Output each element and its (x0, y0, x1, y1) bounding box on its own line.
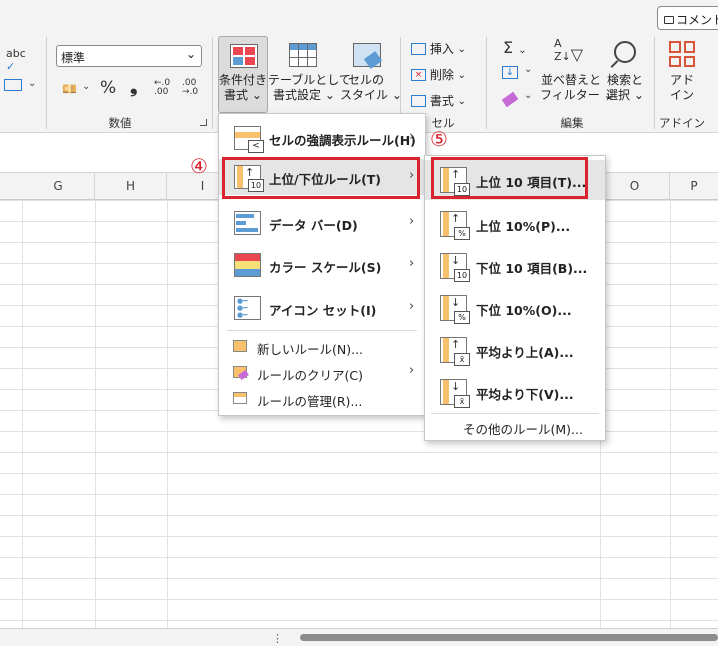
cell-styles-button[interactable]: セルの スタイル ⌄ (340, 73, 402, 103)
delete-cells-icon: × (411, 68, 426, 81)
icon-sets-icon: ●━ ●━ ●━ (234, 296, 261, 320)
comment-icon (664, 16, 674, 24)
column-header-p[interactable]: P (670, 173, 718, 200)
conditional-formatting-label1: 条件付き (218, 73, 267, 87)
menu-item-label: アイコン セット(I) (269, 303, 377, 318)
percent-icon[interactable]: % (100, 78, 116, 98)
color-scales-icon (234, 253, 261, 277)
title-strip (0, 0, 718, 33)
highlight-rules-icon: < (234, 126, 264, 153)
submenu-item-label: 下位 10%(O)... (476, 303, 572, 318)
comma-style-icon[interactable]: ❟ (130, 75, 137, 97)
column-header-g[interactable]: G (22, 173, 95, 200)
menu-item-color-scales[interactable]: カラー スケール(S) › (219, 247, 425, 283)
cell-styles-icon (353, 43, 383, 69)
horizontal-scrollbar[interactable] (300, 634, 718, 641)
conditional-formatting-icon (230, 44, 258, 68)
column-header-h[interactable]: H (95, 173, 167, 200)
number-format-value: 標準 (61, 51, 86, 65)
step4-marker: ④ (190, 154, 208, 178)
menu-item-label: ルールのクリア(C) (257, 368, 363, 383)
comment-button[interactable]: コメント (657, 6, 718, 30)
menu-separator (431, 413, 599, 414)
wrap-merge-icon[interactable] (4, 79, 22, 91)
menu-item-new-rule[interactable]: 新しいルール(N)... (219, 334, 425, 360)
submenu-item-above-average[interactable]: ↑ x̄ 平均より上(A)... (425, 330, 605, 370)
menu-item-clear-rules[interactable]: ルールのクリア(C) › (219, 360, 425, 386)
chevron-down-icon[interactable]: ⌄ (28, 78, 36, 89)
submenu-item-bottom-10-percent[interactable]: ↓ % 下位 10%(O)... (425, 288, 605, 328)
format-as-table-icon (289, 43, 317, 67)
sort-filter-button[interactable]: 並べ替えと フィルター ⌄ (540, 73, 614, 103)
submenu-item-label: 下位 10 項目(B)... (476, 261, 588, 276)
fill-icon[interactable]: ↓ (502, 66, 518, 79)
step5-highlight (431, 157, 588, 199)
menu-item-label: セルの強調表示ルール(H) (269, 133, 416, 148)
step4-highlight (222, 157, 420, 199)
menu-item-label: カラー スケール(S) (269, 260, 382, 275)
menu-item-manage-rules[interactable]: ルールの管理(R)... (219, 386, 425, 412)
menu-item-icon-sets[interactable]: ●━ ●━ ●━ アイコン セット(I) › (219, 290, 425, 326)
chevron-right-icon: › (409, 299, 415, 314)
search-handle-icon (610, 60, 619, 68)
chevron-down-icon[interactable]: ⌄ (524, 64, 532, 75)
chevron-right-icon: › (409, 214, 415, 229)
menu-separator (227, 330, 417, 331)
addins-group-label: アドイン (659, 116, 705, 130)
find-select-button[interactable]: 検索と 選択 ⌄ (602, 73, 648, 103)
sort-filter-icon: A Z↓▽ (554, 37, 584, 64)
submenu-item-label: 上位 10%(P)... (476, 219, 571, 234)
chevron-down-icon[interactable]: ⌄ (524, 90, 532, 101)
submenu-item-label: 平均より下(V)... (476, 387, 574, 402)
top-10-percent-icon: ↑ % (440, 211, 470, 240)
accounting-format-icon[interactable]: 💴 (62, 82, 77, 96)
submenu-item-label: 平均より上(A)... (476, 345, 574, 360)
number-format-select[interactable]: 標準 ⌄ (56, 45, 202, 67)
bottom-10-items-icon: ↓ 10 (440, 253, 470, 282)
format-cells-icon (411, 94, 426, 107)
chevron-right-icon: › (409, 129, 415, 144)
menu-item-label: 新しいルール(N)... (257, 342, 364, 357)
spelling-icon[interactable]: abc ✓ (6, 47, 26, 73)
data-bars-icon (234, 211, 261, 235)
increase-decimal-icon[interactable]: ←.0.00 (154, 79, 170, 97)
submenu-item-bottom-10-items[interactable]: ↓ 10 下位 10 項目(B)... (425, 246, 605, 286)
chevron-right-icon: › (409, 363, 415, 378)
chevron-down-icon[interactable]: ⌄ (82, 81, 90, 92)
clear-icon[interactable] (501, 91, 519, 108)
decrease-decimal-icon[interactable]: .00 →.0 (182, 79, 198, 97)
step5-marker: ⑤ (430, 127, 448, 151)
menu-item-data-bars[interactable]: データ バー(D) › (219, 205, 425, 241)
addins-button[interactable]: アド イン (660, 73, 704, 103)
conditional-formatting-label2: 書式 ⌄ (224, 88, 262, 102)
submenu-item-top-10-percent[interactable]: ↑ % 上位 10%(P)... (425, 204, 605, 244)
insert-button[interactable]: 挿入 ⌄ (411, 40, 466, 57)
menu-item-label: データ バー(D) (269, 218, 358, 233)
above-average-icon: ↑ x̄ (440, 337, 470, 366)
chevron-right-icon: › (409, 256, 415, 271)
submenu-item-more-rules[interactable]: その他のルール(M)... (425, 415, 605, 439)
autosum-icon[interactable]: Σ ⌄ (503, 38, 527, 57)
bottom-10-percent-icon: ↓ % (440, 295, 470, 324)
number-group-label: 数値 (108, 116, 132, 130)
format-as-table-button[interactable]: テーブルとして 書式設定 ⌄ (268, 73, 351, 103)
comment-button-label: コメント (676, 13, 718, 27)
delete-button[interactable]: × 削除 ⌄ (411, 66, 466, 83)
menu-item-highlight-rules[interactable]: < セルの強調表示ルール(H) › (219, 120, 425, 156)
submenu-item-below-average[interactable]: ↓ x̄ 平均より下(V)... (425, 372, 605, 412)
new-rule-icon (233, 340, 247, 352)
dialog-launcher-icon[interactable] (200, 119, 207, 126)
chevron-down-icon: ⌄ (185, 47, 196, 61)
editing-group-label: 編集 (560, 116, 584, 130)
manage-rules-icon (233, 392, 247, 404)
column-header-o[interactable]: O (600, 173, 670, 200)
insert-cells-icon (411, 42, 426, 55)
below-average-icon: ↓ x̄ (440, 379, 470, 408)
format-button[interactable]: 書式 ⌄ (411, 92, 466, 109)
sheet-options-icon[interactable]: ⋮ (272, 632, 283, 645)
menu-item-label: ルールの管理(R)... (257, 394, 363, 409)
addins-icon (669, 41, 695, 67)
submenu-item-label: その他のルール(M)... (463, 422, 583, 437)
